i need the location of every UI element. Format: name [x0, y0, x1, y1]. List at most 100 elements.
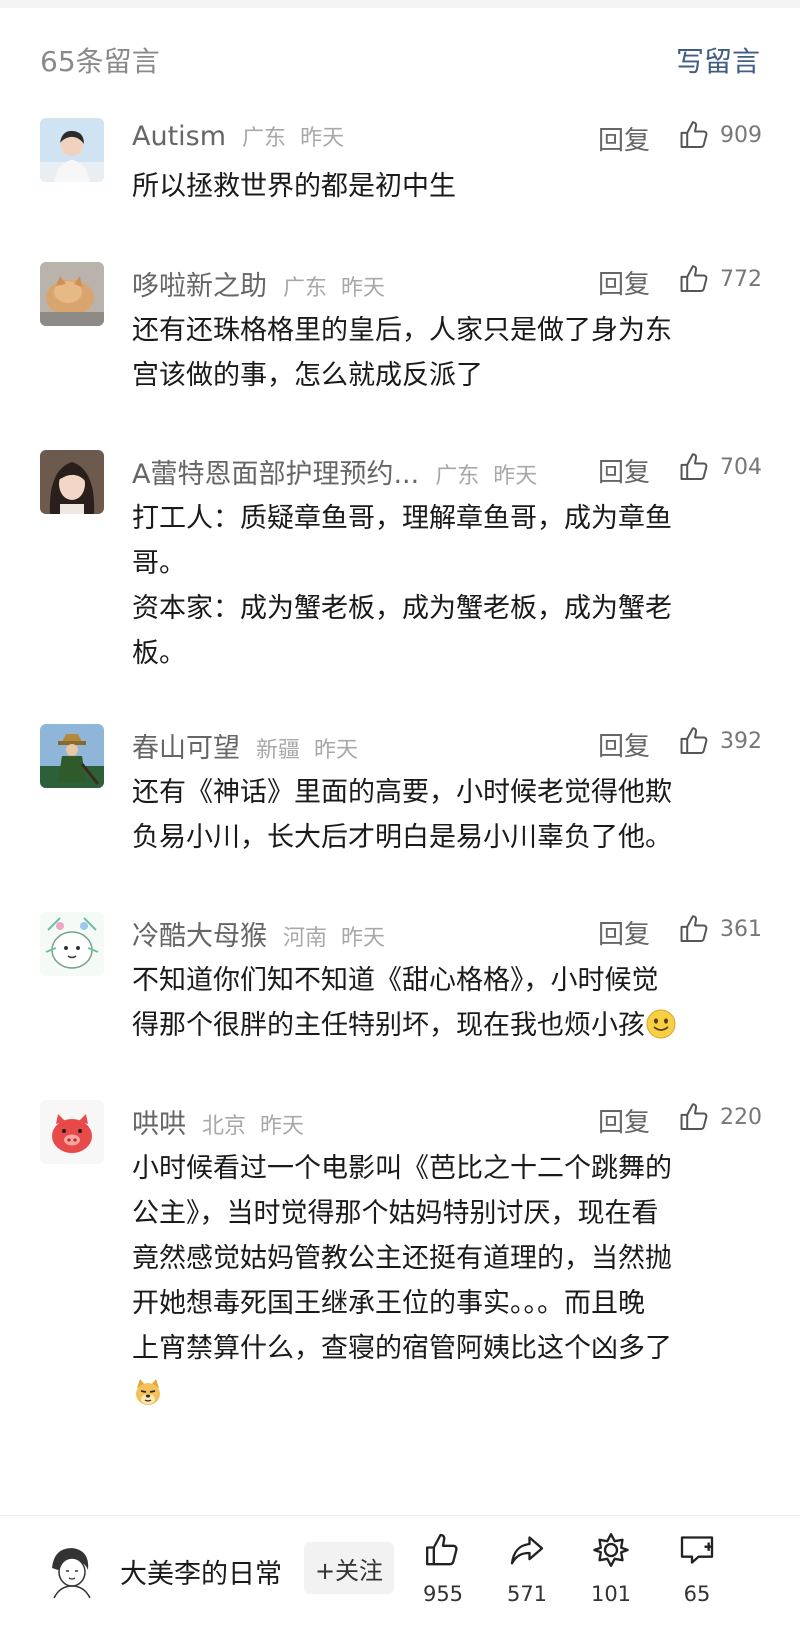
comment-location: 北京 [202, 1114, 247, 1139]
avatar[interactable] [40, 450, 104, 514]
reply-button[interactable]: 回复 [598, 452, 650, 489]
like-count: 909 [720, 122, 762, 148]
like-count: 772 [720, 266, 762, 292]
comment-time: 昨天 [341, 276, 386, 301]
author-avatar[interactable] [38, 1538, 104, 1604]
thumbs-up-icon [680, 453, 708, 481]
like-count: 392 [720, 728, 762, 754]
comment-line: 得那个很胖的主任特别坏，现在我也烦小孩 [132, 1010, 645, 1041]
comment-location: 广东 [283, 276, 328, 301]
comment-meta: 春山可望 新疆 昨天 [132, 726, 359, 765]
smile-emoji [646, 1009, 676, 1039]
thumbs-up-icon [426, 1533, 458, 1566]
comment-location: 新疆 [256, 738, 301, 763]
reply-button[interactable]: 回复 [598, 264, 650, 301]
reply-button[interactable]: 回复 [598, 120, 650, 157]
comment-line: 小时候看过一个电影叫《芭比之十二个跳舞的 [132, 1153, 672, 1184]
reply-button[interactable]: 回复 [598, 914, 650, 951]
recommend-button[interactable]: 101 [576, 1530, 646, 1606]
like-button[interactable]: 704 [678, 450, 762, 484]
comment-line-with-emoji: 得那个很胖的主任特别坏，现在我也烦小孩 [132, 1003, 752, 1048]
comment-button[interactable]: 65 [662, 1530, 732, 1606]
like-button[interactable]: 772 [678, 262, 762, 296]
comment-line: 板。 [132, 638, 186, 669]
comment-author-name[interactable]: 冷酷大母猴 [132, 914, 267, 953]
reply-button[interactable]: 回复 [598, 726, 650, 763]
thumbs-up-icon [680, 915, 708, 943]
top-divider [0, 0, 800, 8]
comment-meta: A蕾特恩面部护理预约... 广东 昨天 [132, 452, 538, 491]
author-name[interactable]: 大美李的日常 [120, 1552, 282, 1591]
write-comment-button[interactable]: 写留言 [676, 40, 760, 80]
comment-location: 河南 [283, 926, 328, 951]
thumbs-up-icon [680, 1103, 708, 1131]
share-icon [510, 1536, 544, 1565]
thumbs-up-icon [680, 121, 708, 149]
comment-time: 昨天 [314, 738, 359, 763]
follow-button[interactable]: +关注 [304, 1542, 394, 1594]
avatar[interactable] [40, 1100, 104, 1164]
comment-time: 昨天 [260, 1114, 305, 1139]
avatar[interactable] [40, 912, 104, 976]
avatar[interactable] [40, 118, 104, 182]
like-button[interactable]: 361 [678, 912, 762, 946]
comment-time: 昨天 [300, 126, 345, 151]
comment-time: 昨天 [493, 464, 538, 489]
recommend-icon [593, 1533, 629, 1567]
comment-text: 小时候看过一个电影叫《芭比之十二个跳舞的 公主》，当时觉得那个姑妈特别讨厌，现在… [132, 1146, 752, 1416]
comment-meta: Autism 广东 昨天 [132, 120, 344, 156]
like-count: 704 [720, 454, 762, 480]
comment-author-name[interactable]: 哆啦新之助 [132, 264, 267, 303]
thumbs-up-icon [680, 727, 708, 755]
like-button[interactable]: 909 [678, 118, 762, 152]
comment-line: 所以拯救世界的都是初中生 [132, 171, 456, 202]
emoji-line [132, 1371, 752, 1416]
comments-header: 65条留言 写留言 [0, 30, 800, 86]
like-count: 220 [720, 1104, 762, 1130]
comment-line: 还有《神话》里面的高要，小时候老觉得他欺 [132, 777, 672, 808]
doge-emoji [136, 1379, 160, 1405]
comment-text: 还有还珠格格里的皇后，人家只是做了身为东 宫该做的事，怎么就成反派了 [132, 308, 752, 398]
comment-text: 还有《神话》里面的高要，小时候老觉得他欺 负易小川，长大后才明白是易小川辜负了他… [132, 770, 752, 860]
share-count: 571 [506, 1582, 548, 1606]
reply-button[interactable]: 回复 [598, 1102, 650, 1139]
like-button[interactable]: 220 [678, 1100, 762, 1134]
comment-time: 昨天 [341, 926, 386, 951]
comment-author-name[interactable]: Autism [132, 121, 226, 152]
comment-text: 所以拯救世界的都是初中生 [132, 164, 752, 209]
comment-location: 广东 [242, 126, 287, 151]
comment-line: 上宵禁算什么，查寝的宿管阿姨比这个凶多了 [132, 1333, 672, 1364]
comment-line: 不知道你们知不知道《甜心格格》，小时候觉 [132, 965, 659, 996]
comment-line: 公主》，当时觉得那个姑妈特别讨厌，现在看 [132, 1198, 659, 1229]
comment-meta: 哆啦新之助 广东 昨天 [132, 264, 386, 303]
comment-count: 65 [683, 1582, 711, 1606]
comment-icon [680, 1536, 714, 1564]
comment-text: 不知道你们知不知道《甜心格格》，小时候觉 得那个很胖的主任特别坏，现在我也烦小孩 [132, 958, 752, 1048]
avatar[interactable] [40, 262, 104, 326]
comment-meta: 冷酷大母猴 河南 昨天 [132, 914, 386, 953]
comment-author-name[interactable]: 春山可望 [132, 726, 240, 765]
comment-count-label: 65条留言 [40, 45, 160, 78]
bottom-action-bar: 大美李的日常 +关注 955 571 101 65 [0, 1515, 800, 1628]
thumbs-up-icon [680, 265, 708, 293]
share-button[interactable]: 571 [492, 1530, 562, 1606]
comment-line: 哥。 [132, 548, 186, 579]
comment-location: 广东 [435, 464, 480, 489]
like-count: 361 [720, 916, 762, 942]
comment-author-name[interactable]: A蕾特恩面部护理预约... [132, 452, 419, 491]
comment-line: 还有还珠格格里的皇后，人家只是做了身为东 [132, 315, 672, 346]
comment-line: 宫该做的事，怎么就成反派了 [132, 360, 483, 391]
avatar[interactable] [40, 724, 104, 788]
comment-line: 负易小川，长大后才明白是易小川辜负了他。 [132, 822, 672, 853]
comment-line: 竟然感觉姑妈管教公主还挺有道理的，当然抛 [132, 1243, 672, 1274]
like-button[interactable]: 392 [678, 724, 762, 758]
article-like-count: 955 [422, 1582, 464, 1606]
recommend-count: 101 [590, 1582, 632, 1606]
like-article-button[interactable]: 955 [408, 1530, 478, 1606]
comment-author-name[interactable]: 哄哄 [132, 1102, 186, 1141]
comment-line: 开她想毒死国王继承王位的事实。。。而且晚 [132, 1288, 645, 1319]
comment-line: 打工人：质疑章鱼哥，理解章鱼哥，成为章鱼 [132, 503, 672, 534]
comment-line: 资本家：成为蟹老板，成为蟹老板，成为蟹老 [132, 593, 672, 624]
comment-meta: 哄哄 北京 昨天 [132, 1102, 305, 1141]
comment-text: 打工人：质疑章鱼哥，理解章鱼哥，成为章鱼 哥。 资本家：成为蟹老板，成为蟹老板，… [132, 496, 752, 676]
